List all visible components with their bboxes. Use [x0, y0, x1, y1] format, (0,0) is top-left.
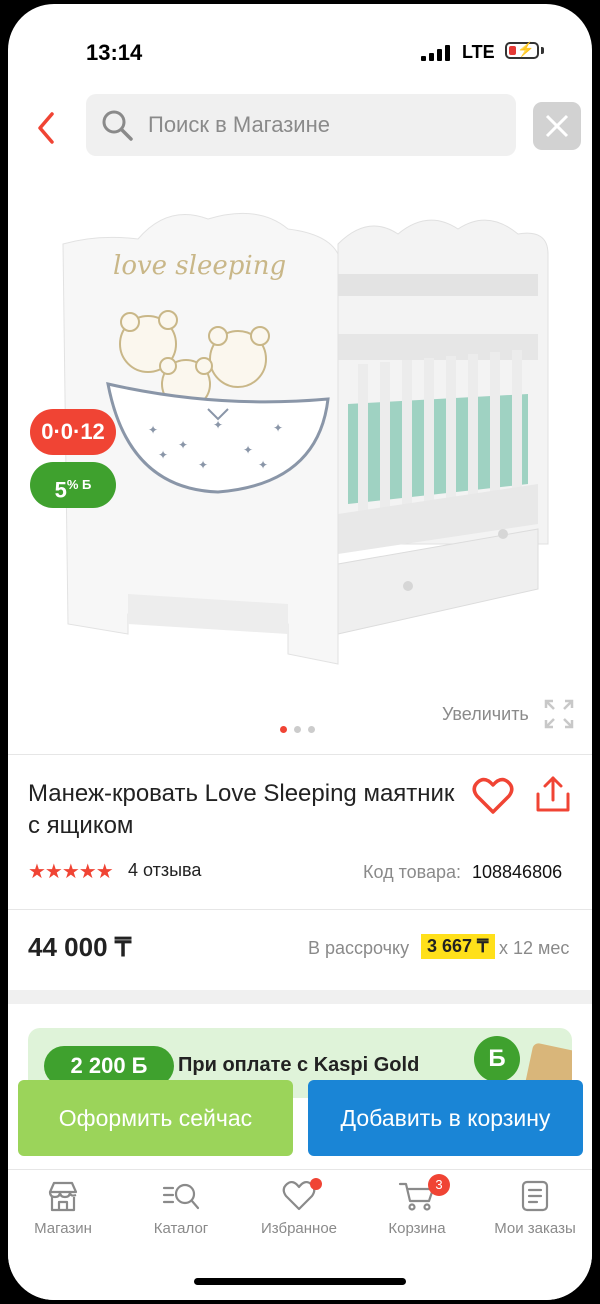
- catalog-search-icon: [162, 1183, 200, 1210]
- nav-label-favorites: Избранное: [260, 1220, 338, 1237]
- share-icon[interactable]: [534, 774, 572, 814]
- cart-count-badge: 3: [428, 1174, 450, 1196]
- home-indicator[interactable]: [194, 1278, 406, 1285]
- svg-text:✦: ✦: [158, 448, 168, 462]
- bonus-badge-suffix: % Б: [66, 477, 92, 492]
- back-icon[interactable]: [34, 108, 60, 148]
- svg-text:✦: ✦: [273, 421, 283, 435]
- nav-item-store[interactable]: Магазин: [8, 1180, 118, 1237]
- buy-now-button[interactable]: Оформить сейчас: [18, 1080, 293, 1156]
- promo-text: При оплате с Kaspi Gold: [178, 1054, 420, 1076]
- heart-icon[interactable]: [472, 776, 514, 816]
- carousel-dot[interactable]: [280, 726, 287, 733]
- search-input[interactable]: Поиск в Магазине: [86, 94, 516, 156]
- nav-label-store: Магазин: [34, 1220, 92, 1237]
- store-icon: [48, 1181, 78, 1212]
- carousel-dots[interactable]: [280, 720, 322, 738]
- nav-item-cart[interactable]: 3 Корзина: [362, 1174, 472, 1237]
- installment-label: В рассрочку: [308, 938, 410, 958]
- svg-text:✦: ✦: [198, 458, 208, 472]
- nav-item-orders[interactable]: Мои заказы: [480, 1180, 590, 1237]
- battery-tip: [541, 47, 544, 54]
- divider: [8, 754, 592, 755]
- nav-item-favorites[interactable]: Избранное: [244, 1178, 354, 1237]
- battery-icon: ⚡: [505, 41, 539, 59]
- nav-label-cart: Корзина: [388, 1220, 446, 1237]
- carousel-dot[interactable]: [308, 726, 315, 733]
- network-label: LTE: [462, 42, 495, 62]
- search-icon: [100, 108, 134, 142]
- carousel-dot[interactable]: [294, 726, 301, 733]
- svg-text:✦: ✦: [178, 438, 188, 452]
- bonus-badge: 5% Б: [30, 462, 116, 508]
- rating-stars: ★★★★★: [28, 861, 114, 883]
- expand-icon[interactable]: [543, 698, 575, 730]
- svg-text:✦: ✦: [258, 458, 268, 472]
- status-time: 13:14: [86, 40, 143, 65]
- reviews-link[interactable]: 4 отзыва: [128, 860, 201, 881]
- product-image[interactable]: love sleeping ✦ ✦ ✦ ✦ ✦ ✦ ✦ ✦: [38, 194, 568, 694]
- divider: [8, 909, 592, 910]
- notification-dot: [310, 1178, 322, 1190]
- nav-label-catalog: Каталог: [153, 1220, 209, 1237]
- installment-value: 3 667 ₸: [421, 934, 495, 959]
- close-button[interactable]: [533, 102, 581, 150]
- product-code-label: Код товара:: [363, 862, 462, 882]
- installment-badge: 0·0·12: [30, 409, 116, 455]
- svg-text:✦: ✦: [243, 443, 253, 457]
- orders-icon: [521, 1180, 549, 1212]
- nav-item-catalog[interactable]: Каталог: [126, 1180, 236, 1237]
- svg-text:love sleeping: love sleeping: [113, 251, 286, 281]
- svg-text:✦: ✦: [148, 423, 158, 437]
- section-separator: [8, 990, 592, 1004]
- add-to-cart-button[interactable]: Добавить в корзину: [308, 1080, 583, 1156]
- bonus-coin-icon: Б: [474, 1036, 520, 1082]
- installment-term: x 12 мес: [499, 938, 570, 958]
- signal-icon: [421, 45, 451, 61]
- product-title: Манеж-кровать Love Sleeping маятник с ящ…: [28, 780, 455, 839]
- search-placeholder: Поиск в Магазине: [148, 112, 330, 137]
- product-code-value: 108846806: [472, 862, 563, 882]
- price: 44 000 ₸: [28, 932, 132, 962]
- nav-label-orders: Мои заказы: [494, 1220, 576, 1237]
- close-icon: [545, 114, 569, 138]
- bonus-badge-value: 5: [54, 477, 67, 503]
- zoom-label[interactable]: Увеличить: [442, 704, 529, 725]
- screen: 13:14 LTE ⚡ Поиск в Магазине love sleepi…: [8, 4, 592, 1300]
